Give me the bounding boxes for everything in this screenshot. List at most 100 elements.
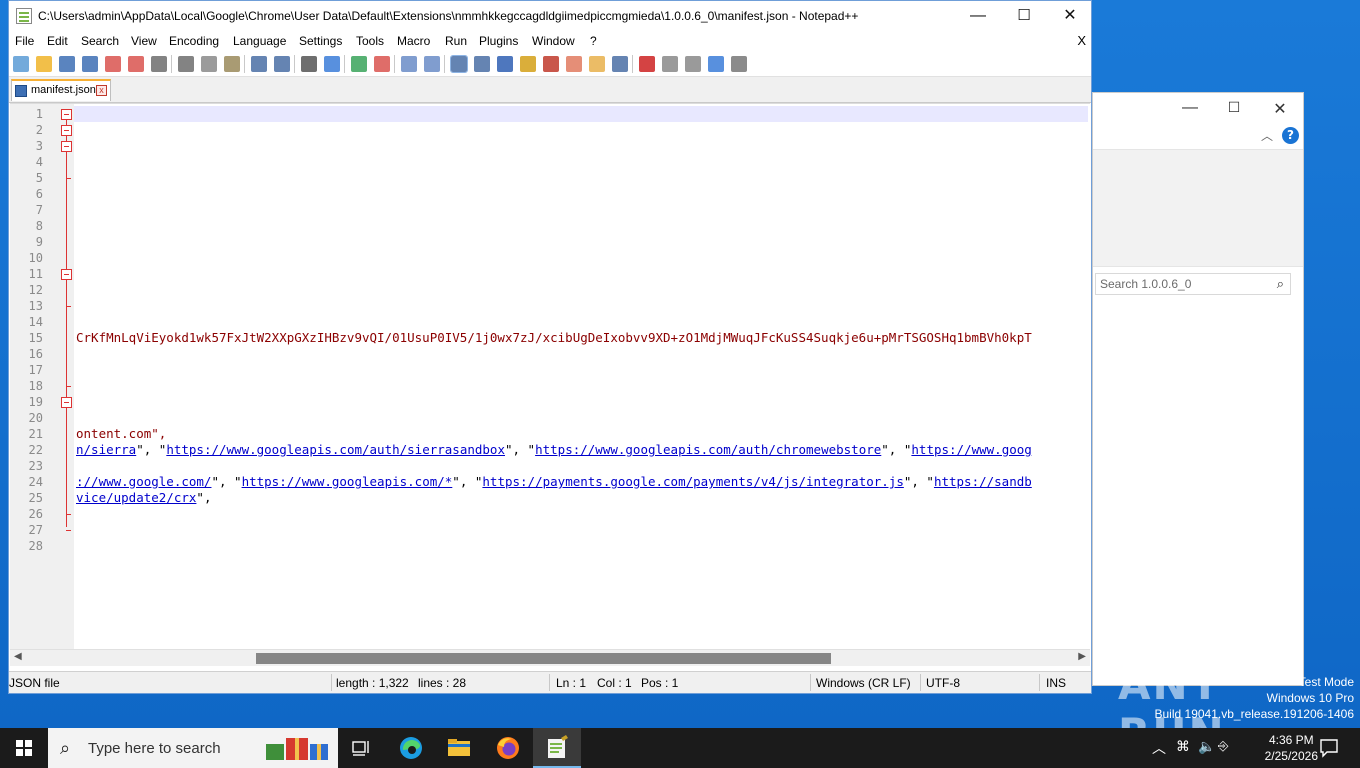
url-link[interactable]: https://www.goog: [911, 442, 1031, 457]
fold-end-marker: [66, 306, 71, 307]
fold-toggle-icon[interactable]: [61, 125, 72, 136]
task-view-button[interactable]: [338, 728, 386, 768]
title-bar[interactable]: C:\Users\admin\AppData\Local\Google\Chro…: [9, 1, 1091, 31]
url-link[interactable]: ://www.google.com/: [76, 474, 211, 489]
print-icon[interactable]: [151, 56, 167, 72]
play-macro-icon[interactable]: [685, 56, 701, 72]
start-button[interactable]: [0, 728, 48, 768]
help-icon[interactable]: ?: [1282, 127, 1299, 144]
new-file-icon[interactable]: [13, 56, 29, 72]
record-macro-icon[interactable]: [639, 56, 655, 72]
explorer-minimize-button[interactable]: —: [1175, 99, 1205, 117]
taskbar-edge[interactable]: [387, 728, 435, 768]
explorer-maximize-button[interactable]: ☐: [1219, 99, 1249, 116]
indent-guide-icon[interactable]: [497, 56, 513, 72]
fold-toggle-icon[interactable]: [61, 141, 72, 152]
user-lang-icon[interactable]: [520, 56, 536, 72]
menu-edit[interactable]: Edit: [47, 34, 68, 48]
url-link[interactable]: https://payments.google.com/payments/v4/…: [482, 474, 903, 489]
open-file-icon[interactable]: [36, 56, 52, 72]
scroll-right-icon[interactable]: ▶: [1078, 651, 1086, 662]
line-number: 10: [28, 251, 43, 265]
close-button[interactable]: ✕: [1047, 5, 1093, 27]
run-macro-multiple-icon[interactable]: [708, 56, 724, 72]
stop-macro-icon[interactable]: [662, 56, 678, 72]
status-mode[interactable]: INS: [1046, 676, 1066, 690]
fold-toggle-icon[interactable]: [61, 269, 72, 280]
text-area[interactable]: CrKfMnLqViEyokd1wk57FxJtW2XXpGXzIHBzv9vQ…: [74, 104, 1090, 649]
sync-vertical-icon[interactable]: [401, 56, 417, 72]
monitoring-icon[interactable]: [612, 56, 628, 72]
close-document-button[interactable]: X: [1077, 33, 1086, 48]
url-link[interactable]: n/sierra: [76, 442, 136, 457]
show-all-chars-icon[interactable]: [474, 56, 490, 72]
toolbar: [9, 51, 1091, 77]
menu-plugins[interactable]: Plugins: [479, 34, 518, 48]
save-all-icon[interactable]: [82, 56, 98, 72]
word-wrap-icon[interactable]: [450, 55, 468, 73]
undo-icon[interactable]: [251, 56, 267, 72]
status-encoding[interactable]: UTF-8: [926, 676, 960, 690]
minimize-button[interactable]: —: [955, 5, 1001, 27]
menu-language[interactable]: Language: [233, 34, 286, 48]
editor-pane[interactable]: 1 2 3 4 5 6 7 8 9 10 11 12 13 14 15 16 17 18 19 20 21 22 23 24 2…: [10, 103, 1090, 649]
scrollbar-thumb[interactable]: [256, 653, 831, 664]
taskbar-notepadpp[interactable]: [533, 728, 581, 768]
status-eol[interactable]: Windows (CR LF): [816, 676, 911, 690]
menu-settings[interactable]: Settings: [299, 34, 342, 48]
paste-icon[interactable]: [224, 56, 240, 72]
close-all-icon[interactable]: [128, 56, 144, 72]
fold-margin[interactable]: [60, 104, 74, 534]
url-link[interactable]: https://sandb: [934, 474, 1032, 489]
action-center-button[interactable]: [1306, 728, 1352, 768]
url-link[interactable]: vice/update2/crx: [76, 490, 196, 505]
url-link[interactable]: https://www.googleapis.com/*: [242, 474, 453, 489]
menu-view[interactable]: View: [131, 34, 157, 48]
doc-map-icon[interactable]: [543, 56, 559, 72]
menu-run[interactable]: Run: [445, 34, 467, 48]
menu-search[interactable]: Search: [81, 34, 119, 48]
zoom-in-icon[interactable]: [351, 56, 367, 72]
fold-toggle-icon[interactable]: [61, 397, 72, 408]
taskbar-search-box[interactable]: ⌕ Type here to search: [48, 728, 338, 768]
tab-close-icon[interactable]: x: [96, 85, 107, 96]
copy-icon[interactable]: [201, 56, 217, 72]
saved-file-icon: [15, 85, 27, 97]
folder-workspace-icon[interactable]: [589, 56, 605, 72]
menu-file[interactable]: File: [15, 34, 34, 48]
volume-icon[interactable]: 🔈: [1198, 738, 1215, 755]
replace-icon[interactable]: [324, 56, 340, 72]
horizontal-scrollbar[interactable]: ◀ ▶: [10, 649, 1090, 666]
scroll-left-icon[interactable]: ◀: [14, 651, 22, 662]
maximize-button[interactable]: ☐: [1001, 5, 1047, 27]
menu-encoding[interactable]: Encoding: [169, 34, 219, 48]
zoom-out-icon[interactable]: [374, 56, 390, 72]
taskbar-firefox[interactable]: [484, 728, 532, 768]
menu-window[interactable]: Window: [532, 34, 575, 48]
sync-horizontal-icon[interactable]: [424, 56, 440, 72]
collapse-ribbon-icon[interactable]: ︿: [1261, 127, 1273, 144]
save-macro-icon[interactable]: [731, 56, 747, 72]
cut-icon[interactable]: [178, 56, 194, 72]
function-list-icon[interactable]: [566, 56, 582, 72]
menu-tools[interactable]: Tools: [356, 34, 384, 48]
menu-help[interactable]: ?: [590, 34, 597, 48]
explorer-close-button[interactable]: ✕: [1265, 99, 1295, 119]
notepadpp-app-icon[interactable]: [16, 8, 32, 24]
menu-macro[interactable]: Macro: [397, 34, 430, 48]
find-icon[interactable]: [301, 56, 317, 72]
taskbar-file-explorer[interactable]: [435, 728, 483, 768]
network-icon[interactable]: ⌘: [1176, 738, 1190, 755]
tab-manifest-json[interactable]: manifest.json x: [11, 79, 111, 101]
redo-icon[interactable]: [274, 56, 290, 72]
language-icon[interactable]: ⎆: [1218, 738, 1228, 754]
url-link[interactable]: https://www.googleapis.com/auth/chromewe…: [535, 442, 881, 457]
fold-toggle-icon[interactable]: [61, 109, 72, 120]
explorer-search-input[interactable]: Search 1.0.0.6_0 ⌕: [1095, 273, 1291, 295]
save-icon[interactable]: [59, 56, 75, 72]
close-icon[interactable]: [105, 56, 121, 72]
url-link[interactable]: https://www.googleapis.com/auth/sierrasa…: [166, 442, 505, 457]
show-hidden-icons-chevron-icon[interactable]: ︿: [1152, 738, 1166, 758]
file-explorer-window[interactable]: — ☐ ✕ ︿ ? Search 1.0.0.6_0 ⌕: [1092, 92, 1304, 686]
notepadpp-window[interactable]: C:\Users\admin\AppData\Local\Google\Chro…: [8, 0, 1092, 694]
